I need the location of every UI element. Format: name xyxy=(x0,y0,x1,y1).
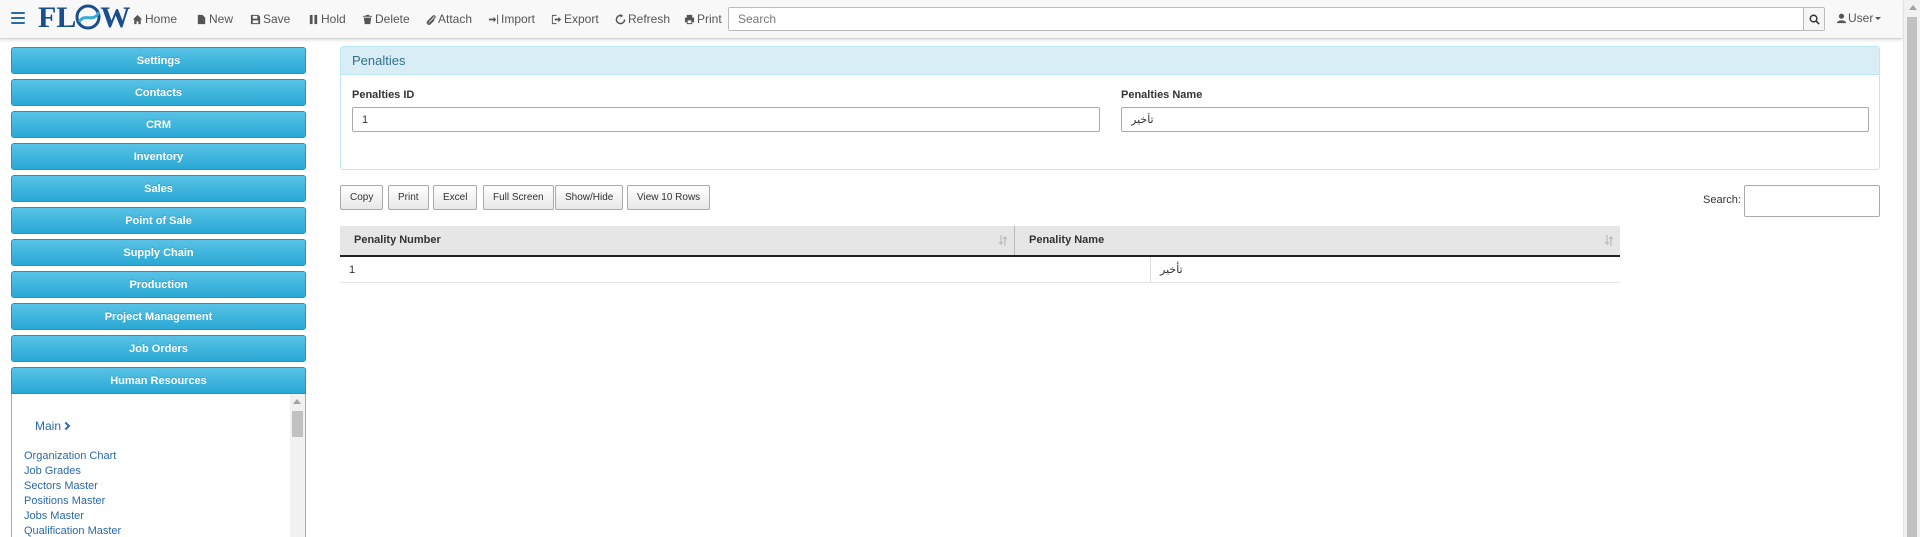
logo-swirl-icon xyxy=(75,4,101,30)
hamburger-menu-icon[interactable] xyxy=(11,12,25,24)
import-label: Import xyxy=(501,12,536,26)
import-icon xyxy=(488,14,499,24)
penalties-name-label: Penalties Name xyxy=(1121,89,1203,101)
human-resources-submenu: Main Organization Chart Job Grades Secto… xyxy=(11,394,306,537)
user-menu[interactable]: User xyxy=(1836,11,1882,25)
delete-label: Delete xyxy=(375,12,410,26)
show-hide-button[interactable]: Show/Hide xyxy=(555,185,624,210)
user-label: User xyxy=(1848,11,1874,25)
save-button[interactable]: Save xyxy=(250,10,290,28)
scroll-up-arrow-icon[interactable] xyxy=(293,399,301,404)
print-label: Print xyxy=(697,12,722,26)
home-button[interactable]: Home xyxy=(132,10,177,28)
table-search-label: Search: xyxy=(1703,194,1741,206)
copy-button[interactable]: Copy xyxy=(340,185,384,210)
user-icon xyxy=(1836,13,1847,23)
submenu-link-positions-master[interactable]: Positions Master xyxy=(24,494,121,509)
sidebar-item-settings[interactable]: Settings xyxy=(11,47,306,74)
penalties-id-field[interactable] xyxy=(352,107,1100,132)
column-header-penality-number[interactable]: Penality Number xyxy=(340,226,1014,255)
page-scrollbar[interactable] xyxy=(1903,0,1920,537)
chevron-down-icon xyxy=(1875,16,1882,20)
submenu-scrollbar[interactable] xyxy=(290,394,305,537)
refresh-button[interactable]: Refresh xyxy=(615,10,670,28)
submenu-link-job-grades[interactable]: Job Grades xyxy=(24,464,121,479)
submenu-link-organization-chart[interactable]: Organization Chart xyxy=(24,449,121,464)
delete-button[interactable]: Delete xyxy=(362,10,410,28)
cell-penality-name: تأخير xyxy=(1160,264,1183,276)
sidebar-item-inventory[interactable]: Inventory xyxy=(11,143,306,170)
sidebar-item-production[interactable]: Production xyxy=(11,271,306,298)
cell-penality-number: 1 xyxy=(340,257,1151,282)
table-print-button[interactable]: Print xyxy=(388,185,429,210)
trash-icon xyxy=(362,14,373,24)
sidebar: Settings Contacts CRM Inventory Sales Po… xyxy=(11,47,306,537)
print-button[interactable]: Print xyxy=(684,10,722,28)
sidebar-item-human-resources[interactable]: Human Resources xyxy=(11,367,306,394)
file-icon xyxy=(197,14,206,24)
app-logo[interactable]: FL W xyxy=(38,3,130,33)
floppy-disk-icon xyxy=(250,14,261,24)
submenu-scroll-thumb[interactable] xyxy=(292,411,303,437)
penalties-table: Penality Number Penality Name 1 تأخير xyxy=(340,226,1620,283)
home-label: Home xyxy=(145,12,178,26)
table-header: Penality Number Penality Name xyxy=(340,226,1620,257)
sort-icon xyxy=(1604,235,1614,246)
submenu-link-jobs-master[interactable]: Jobs Master xyxy=(24,509,121,524)
panel-title: Penalties xyxy=(341,47,1879,75)
sidebar-item-contacts[interactable]: Contacts xyxy=(11,79,306,106)
new-button[interactable]: New xyxy=(196,10,233,28)
printer-icon xyxy=(684,14,695,24)
hold-label: Hold xyxy=(321,12,346,26)
refresh-icon xyxy=(615,13,626,24)
attach-button[interactable]: Attach xyxy=(425,10,472,28)
submenu-link-sectors-master[interactable]: Sectors Master xyxy=(24,479,121,494)
column-header-label: Penality Number xyxy=(354,234,441,246)
submenu-main-link[interactable]: Main xyxy=(35,419,71,433)
column-header-label: Penality Name xyxy=(1029,234,1105,246)
sidebar-item-job-orders[interactable]: Job Orders xyxy=(11,335,306,362)
export-button[interactable]: Export xyxy=(551,10,599,28)
paperclip-icon xyxy=(426,14,436,25)
sidebar-item-crm[interactable]: CRM xyxy=(11,111,306,138)
sidebar-item-supply-chain[interactable]: Supply Chain xyxy=(11,239,306,266)
chevron-right-icon xyxy=(61,421,71,431)
column-header-penality-name[interactable]: Penality Name xyxy=(1014,226,1620,255)
new-label: New xyxy=(209,12,234,26)
search-button[interactable] xyxy=(1803,8,1824,30)
submenu-links: Organization Chart Job Grades Sectors Ma… xyxy=(24,449,121,537)
top-toolbar: FL W Home New Save Hold Delete Attach Im… xyxy=(0,0,1902,39)
penalties-name-field[interactable] xyxy=(1121,107,1869,132)
table-search-input[interactable] xyxy=(1744,185,1880,217)
import-button[interactable]: Import xyxy=(488,10,535,28)
excel-button[interactable]: Excel xyxy=(433,185,478,210)
page-scroll-thumb[interactable] xyxy=(1907,17,1917,537)
sort-icon xyxy=(998,235,1008,246)
search-icon xyxy=(1809,14,1820,25)
table-row[interactable]: 1 تأخير xyxy=(340,257,1620,283)
global-search xyxy=(728,7,1825,31)
search-input[interactable] xyxy=(729,8,1804,30)
sidebar-item-project-management[interactable]: Project Management xyxy=(11,303,306,330)
export-icon xyxy=(551,14,562,24)
hold-button[interactable]: Hold xyxy=(308,10,346,28)
attach-label: Attach xyxy=(438,12,473,26)
sidebar-item-sales[interactable]: Sales xyxy=(11,175,306,202)
save-label: Save xyxy=(263,12,291,26)
refresh-label: Refresh xyxy=(628,12,671,26)
scroll-up-arrow-icon[interactable] xyxy=(1909,5,1917,10)
export-label: Export xyxy=(564,12,599,26)
submenu-link-qualification-master[interactable]: Qualification Master xyxy=(24,524,121,537)
home-icon xyxy=(132,14,143,24)
sidebar-item-point-of-sale[interactable]: Point of Sale xyxy=(11,207,306,234)
fullscreen-button[interactable]: Full Screen xyxy=(483,185,554,210)
view-rows-button[interactable]: View 10 Rows xyxy=(627,185,711,210)
submenu-main-label: Main xyxy=(35,419,62,433)
penalties-form-panel: Penalties Penalties ID Penalties Name xyxy=(340,46,1880,170)
pause-icon xyxy=(309,14,318,24)
penalties-id-label: Penalties ID xyxy=(352,89,415,101)
